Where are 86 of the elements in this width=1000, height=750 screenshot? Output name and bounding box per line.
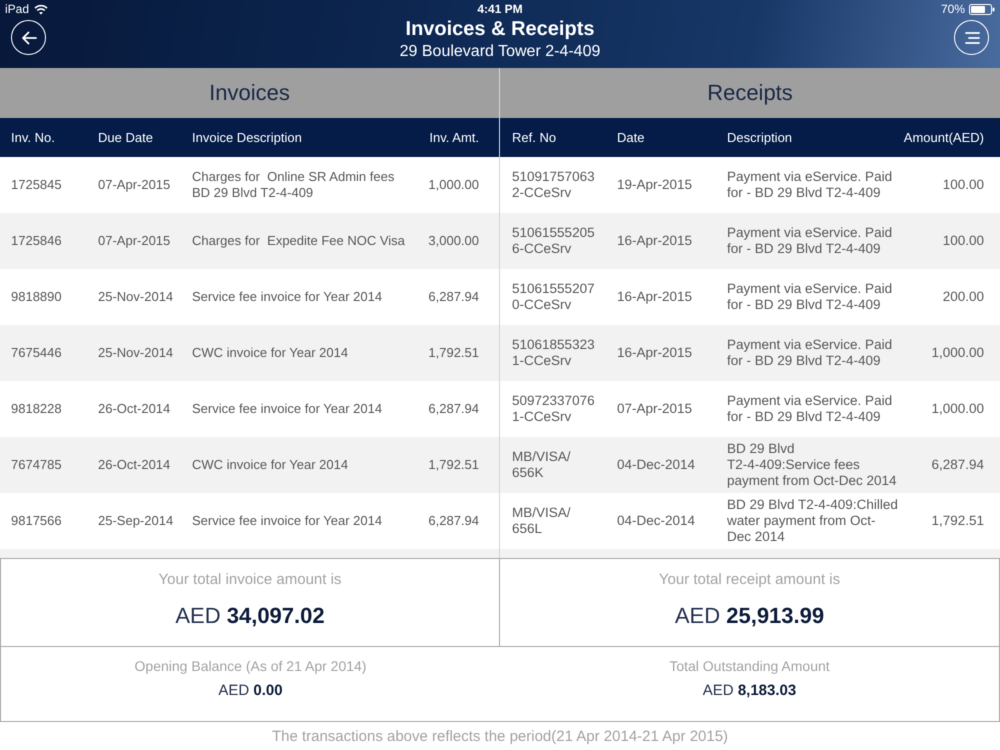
balance-label: Opening Balance (As of 21 Apr 2014) (134, 657, 366, 675)
table-cell-text: 9818228 (11, 401, 63, 417)
table-cell-text: 25-Sep-2014 (98, 513, 174, 529)
wifi-icon (34, 4, 48, 14)
column-header: Inv. No. (11, 130, 56, 145)
table-cell: 6,287.94 (931, 457, 984, 473)
table-cell-text: 19-Apr-2015 (617, 177, 694, 193)
column-header: Due Date (98, 130, 154, 145)
table-cell: 6,287.94 (428, 401, 479, 417)
table-cell-text: 51091757063 2-CCeSrv (512, 169, 596, 201)
table-cell-text: 7674785 (11, 457, 63, 473)
table-cell-text: 1725845 (11, 177, 63, 193)
table-cell-text: Payment via eService. Paid for - BD 29 Blvd T2-4-409 (727, 393, 894, 425)
table-cell-text: Service fee invoice for Year 2014 (192, 401, 384, 417)
page-title: Invoices & Receipts (406, 18, 594, 40)
table-cell: 1,000.00 (931, 401, 984, 417)
back-button[interactable] (11, 20, 46, 55)
table-cell-text: Payment via eService. Paid for - BD 29 Blvd T2-4-409 (727, 169, 894, 201)
total-label: Your total invoice amount is (158, 570, 342, 590)
table-cell-text: 04-Dec-2014 (617, 513, 696, 529)
table-cell-text: Service fee invoice for Year 2014 (192, 513, 384, 529)
arrow-left-icon (20, 30, 36, 44)
total-amount: AED 34,097.02 (175, 602, 325, 630)
column-header: Ref. No (512, 130, 558, 145)
table-cell-text: Payment via eService. Paid for - BD 29 Blvd T2-4-409 (727, 281, 894, 313)
table-cell: 200.00 (942, 289, 984, 305)
table-cell-text: 51061555205 6-CCeSrv (512, 225, 596, 257)
section-title: Invoices (209, 80, 290, 106)
table-cell-text: 9818890 (11, 289, 63, 305)
table-cell-text: 16-Apr-2015 (617, 289, 694, 305)
table-cell-text: 26-Oct-2014 (98, 401, 172, 417)
table-cell: 1,792.51 (428, 345, 479, 361)
table-cell-text: MB/VISA/ 656L (512, 505, 572, 537)
table-cell-text: BD 29 Blvd T2-4-409:Chilled water payment from Oct- Dec 2014 (727, 497, 899, 545)
table-cell: 1,000.00 (931, 345, 984, 361)
table-cell: 6,287.94 (428, 289, 479, 305)
table-cell-text: 07-Apr-2015 (98, 233, 172, 249)
table-cell-text: BD 29 Blvd T2-4-409:Service fees payment from Oct-Dec 2014 (727, 441, 898, 489)
menu-button[interactable] (954, 20, 989, 55)
table-cell-text: 25-Nov-2014 (98, 289, 174, 305)
column-header: Amount(AED) (904, 130, 984, 145)
table-cell-text: CWC invoice for Year 2014 (192, 457, 350, 473)
table-cell-text: 16-Apr-2015 (617, 233, 694, 249)
table-cell-text: 07-Apr-2015 (617, 401, 694, 417)
column-header: Invoice Description (192, 130, 303, 145)
balance-label: Total Outstanding Amount (669, 657, 830, 675)
column-header: Inv. Amt. (429, 130, 479, 145)
status-time: 4:41 PM (477, 2, 523, 16)
column-header: Date (617, 130, 646, 145)
table-cell-text: Charges for Online SR Admin fees BD 29 Blvd T2-4-409 (192, 169, 396, 201)
table-cell-text: 51061555207 0-CCeSrv (512, 281, 596, 313)
menu-icon (963, 32, 980, 44)
device-name: iPad (5, 2, 30, 16)
table-cell: 1,792.51 (931, 513, 984, 529)
page-subtitle: 29 Boulevard Tower 2-4-409 (400, 42, 600, 62)
table-cell-text: 9817566 (11, 513, 63, 529)
balance-amount: AED 8,183.03 (702, 681, 796, 701)
table-cell-text: 04-Dec-2014 (617, 457, 696, 473)
table-cell-text: Payment via eService. Paid for - BD 29 Blvd T2-4-409 (727, 225, 894, 257)
total-label: Your total receipt amount is (658, 570, 840, 590)
table-cell-text: 07-Apr-2015 (98, 177, 172, 193)
table-cell-text: Service fee invoice for Year 2014 (192, 289, 384, 305)
period-note: The transactions above reflects the period(21 Apr 2014-21 Apr 2015) (272, 728, 728, 744)
table-cell: 6,287.94 (428, 513, 479, 529)
table-cell: 100.00 (942, 233, 984, 249)
table-cell: 3,000.00 (428, 233, 479, 249)
table-cell-text: MB/VISA/ 656K (512, 449, 572, 481)
table-cell: 1,792.51 (428, 457, 479, 473)
table-cell-text: Payment via eService. Paid for - BD 29 Blvd T2-4-409 (727, 337, 894, 369)
total-amount: AED 25,913.99 (674, 602, 824, 630)
battery-percentage: 70% (940, 2, 965, 16)
table-cell-text: 25-Nov-2014 (98, 345, 174, 361)
table-cell-text: 16-Apr-2015 (617, 345, 694, 361)
table-cell-text: CWC invoice for Year 2014 (192, 345, 350, 361)
table-cell: 1,000.00 (428, 177, 479, 193)
balance-amount: AED 0.00 (218, 681, 283, 701)
column-header: Description (727, 130, 794, 145)
table-cell-text: 51061855323 1-CCeSrv (512, 337, 596, 369)
section-title: Receipts (707, 80, 793, 106)
table-cell-text: 26-Oct-2014 (98, 457, 172, 473)
table-cell-text: 7675446 (11, 345, 63, 361)
battery-icon (969, 4, 995, 14)
table-cell: 100.00 (942, 177, 984, 193)
table-cell-text: 50972337076 1-CCeSrv (512, 393, 596, 425)
table-cell-text: 1725846 (11, 233, 63, 249)
table-cell-text: Charges for Expedite Fee NOC Visa (192, 233, 406, 249)
